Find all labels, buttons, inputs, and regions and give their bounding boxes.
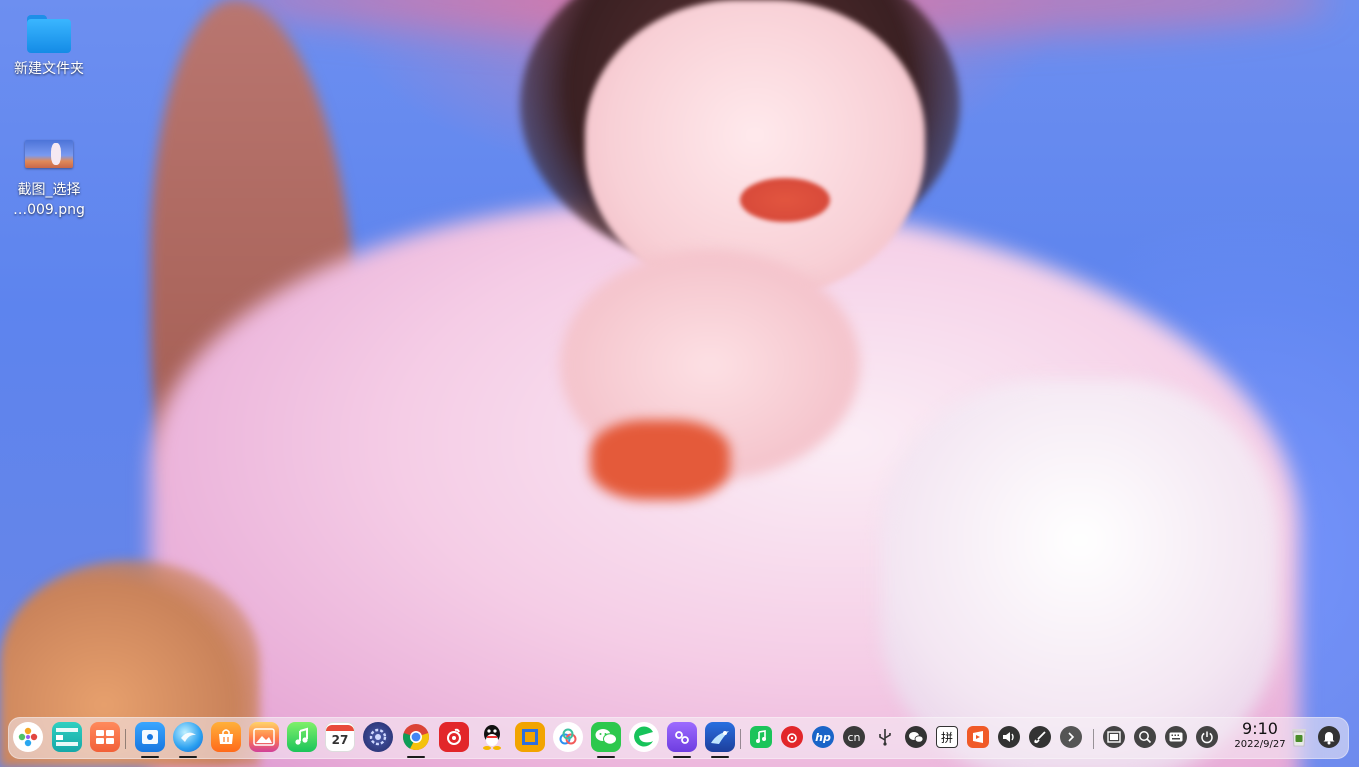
baidu-netdisk-icon <box>559 728 577 745</box>
hp-printer-icon: hp <box>815 730 831 744</box>
tray-expand-button[interactable] <box>1060 726 1082 748</box>
chevron-right-icon <box>1068 732 1075 742</box>
wechat-icon <box>595 729 617 745</box>
clock-time: 9:10 <box>1242 719 1278 738</box>
screenshot-tool-icon <box>675 731 689 744</box>
dock-separator <box>740 729 741 749</box>
search-icon <box>1139 731 1152 744</box>
desktop-icon-screenshot-file[interactable]: 截图_选择 …009.png <box>5 134 93 220</box>
onscreen-keyboard-button[interactable] <box>1165 726 1187 748</box>
dock-app-screen-recorder[interactable] <box>515 722 545 752</box>
dock-app-file-manager[interactable] <box>135 722 165 758</box>
tray-music[interactable] <box>750 726 772 748</box>
notification-center-button[interactable] <box>1318 726 1340 748</box>
dock-separator <box>1093 729 1094 749</box>
tray-wechat[interactable] <box>905 726 927 748</box>
desktop-icon-label: …009.png <box>13 202 85 218</box>
music-icon <box>295 727 308 745</box>
running-indicator <box>141 756 159 758</box>
dock-app-netease-music[interactable] <box>439 722 469 752</box>
tray-input-language[interactable]: cn <box>843 726 865 748</box>
trash-button[interactable] <box>1287 725 1311 749</box>
app-store-icon <box>219 729 233 744</box>
workspace-view-icon <box>96 730 114 744</box>
dock-app-draw[interactable] <box>705 722 735 758</box>
input-language-icon: cn <box>847 730 861 744</box>
window-preview-icon <box>1107 731 1121 743</box>
trash-icon <box>1292 729 1306 747</box>
running-indicator <box>673 756 691 758</box>
tray-netease-music[interactable] <box>781 726 803 748</box>
brush-icon <box>1034 731 1046 744</box>
workspace-view-button[interactable] <box>90 722 120 752</box>
power-button[interactable] <box>1196 726 1218 748</box>
running-indicator <box>711 756 729 758</box>
dock-app-chrome[interactable] <box>401 722 431 758</box>
bell-icon <box>1323 732 1335 745</box>
desktop-icon-new-folder[interactable]: 新建文件夹 <box>5 0 93 79</box>
wallpaper-decoration <box>590 420 730 500</box>
settings-icon <box>369 728 387 746</box>
edge-icon <box>634 726 653 747</box>
running-indicator <box>597 756 615 758</box>
image-viewer-icon <box>253 728 275 746</box>
image-thumbnail-icon <box>25 140 73 168</box>
dock-app-baidu-netdisk[interactable] <box>553 722 583 752</box>
running-indicator <box>407 756 425 758</box>
wallpaper-decoration <box>740 178 830 222</box>
keyboard-icon <box>1169 732 1183 742</box>
tray-office[interactable] <box>967 726 989 748</box>
dock-app-app-store[interactable] <box>211 722 241 752</box>
power-icon <box>1201 731 1213 744</box>
dock-app-music[interactable] <box>287 722 317 752</box>
wechat-tray-icon <box>909 732 924 743</box>
qq-icon <box>483 725 501 750</box>
desktop-icon-label: 截图_选择 <box>17 182 81 198</box>
wallpaper-decoration <box>880 380 1280 767</box>
netease-music-icon <box>447 728 461 745</box>
dock-app-browser[interactable] <box>173 722 203 758</box>
usb-icon <box>879 729 891 746</box>
multitask-view-icon <box>56 728 78 746</box>
tray-brush[interactable] <box>1029 726 1051 748</box>
browser-icon <box>181 732 196 742</box>
dock-app-wechat[interactable] <box>591 722 621 758</box>
dock-app-control-center[interactable] <box>363 722 393 752</box>
tray-hp-printer[interactable]: hp <box>812 726 834 748</box>
dock-separator <box>125 729 126 749</box>
screen-recorder-icon <box>522 729 538 745</box>
launcher-icon <box>18 727 38 747</box>
launcher-button[interactable] <box>13 722 43 752</box>
taskbar-dock: 27 hp cn 拼 9:10 2022/9/27 <box>8 717 1349 759</box>
draw-app-icon <box>711 731 729 744</box>
tray-pinyin-ime[interactable]: 拼 <box>936 726 958 748</box>
music-tray-icon <box>756 730 766 743</box>
window-preview-button[interactable] <box>1103 726 1125 748</box>
search-button[interactable] <box>1134 726 1156 748</box>
tray-usb[interactable] <box>874 726 896 748</box>
dock-app-qq[interactable] <box>477 722 507 752</box>
clock-date: 2022/9/27 <box>1234 739 1286 750</box>
chrome-icon <box>403 724 429 751</box>
pinyin-ime-icon: 拼 <box>940 730 953 745</box>
dock-app-calendar[interactable]: 27 <box>325 722 355 752</box>
multitask-view-button[interactable] <box>52 722 82 752</box>
volume-icon <box>1003 732 1014 742</box>
tray-volume[interactable] <box>998 726 1020 748</box>
desktop-wallpaper[interactable] <box>0 0 1359 767</box>
folder-icon <box>27 15 71 53</box>
dock-app-image-viewer[interactable] <box>249 722 279 752</box>
netease-tray-icon <box>787 733 797 743</box>
file-manager-icon <box>142 730 158 744</box>
datetime-widget[interactable]: 9:10 2022/9/27 <box>1228 720 1292 752</box>
running-indicator <box>179 756 197 758</box>
dock-app-edge[interactable] <box>629 722 659 752</box>
office-tray-icon <box>973 731 983 743</box>
desktop-icon-label: 新建文件夹 <box>14 61 84 77</box>
calendar-day: 27 <box>331 733 349 747</box>
dock-app-screenshot-tool[interactable] <box>667 722 697 758</box>
